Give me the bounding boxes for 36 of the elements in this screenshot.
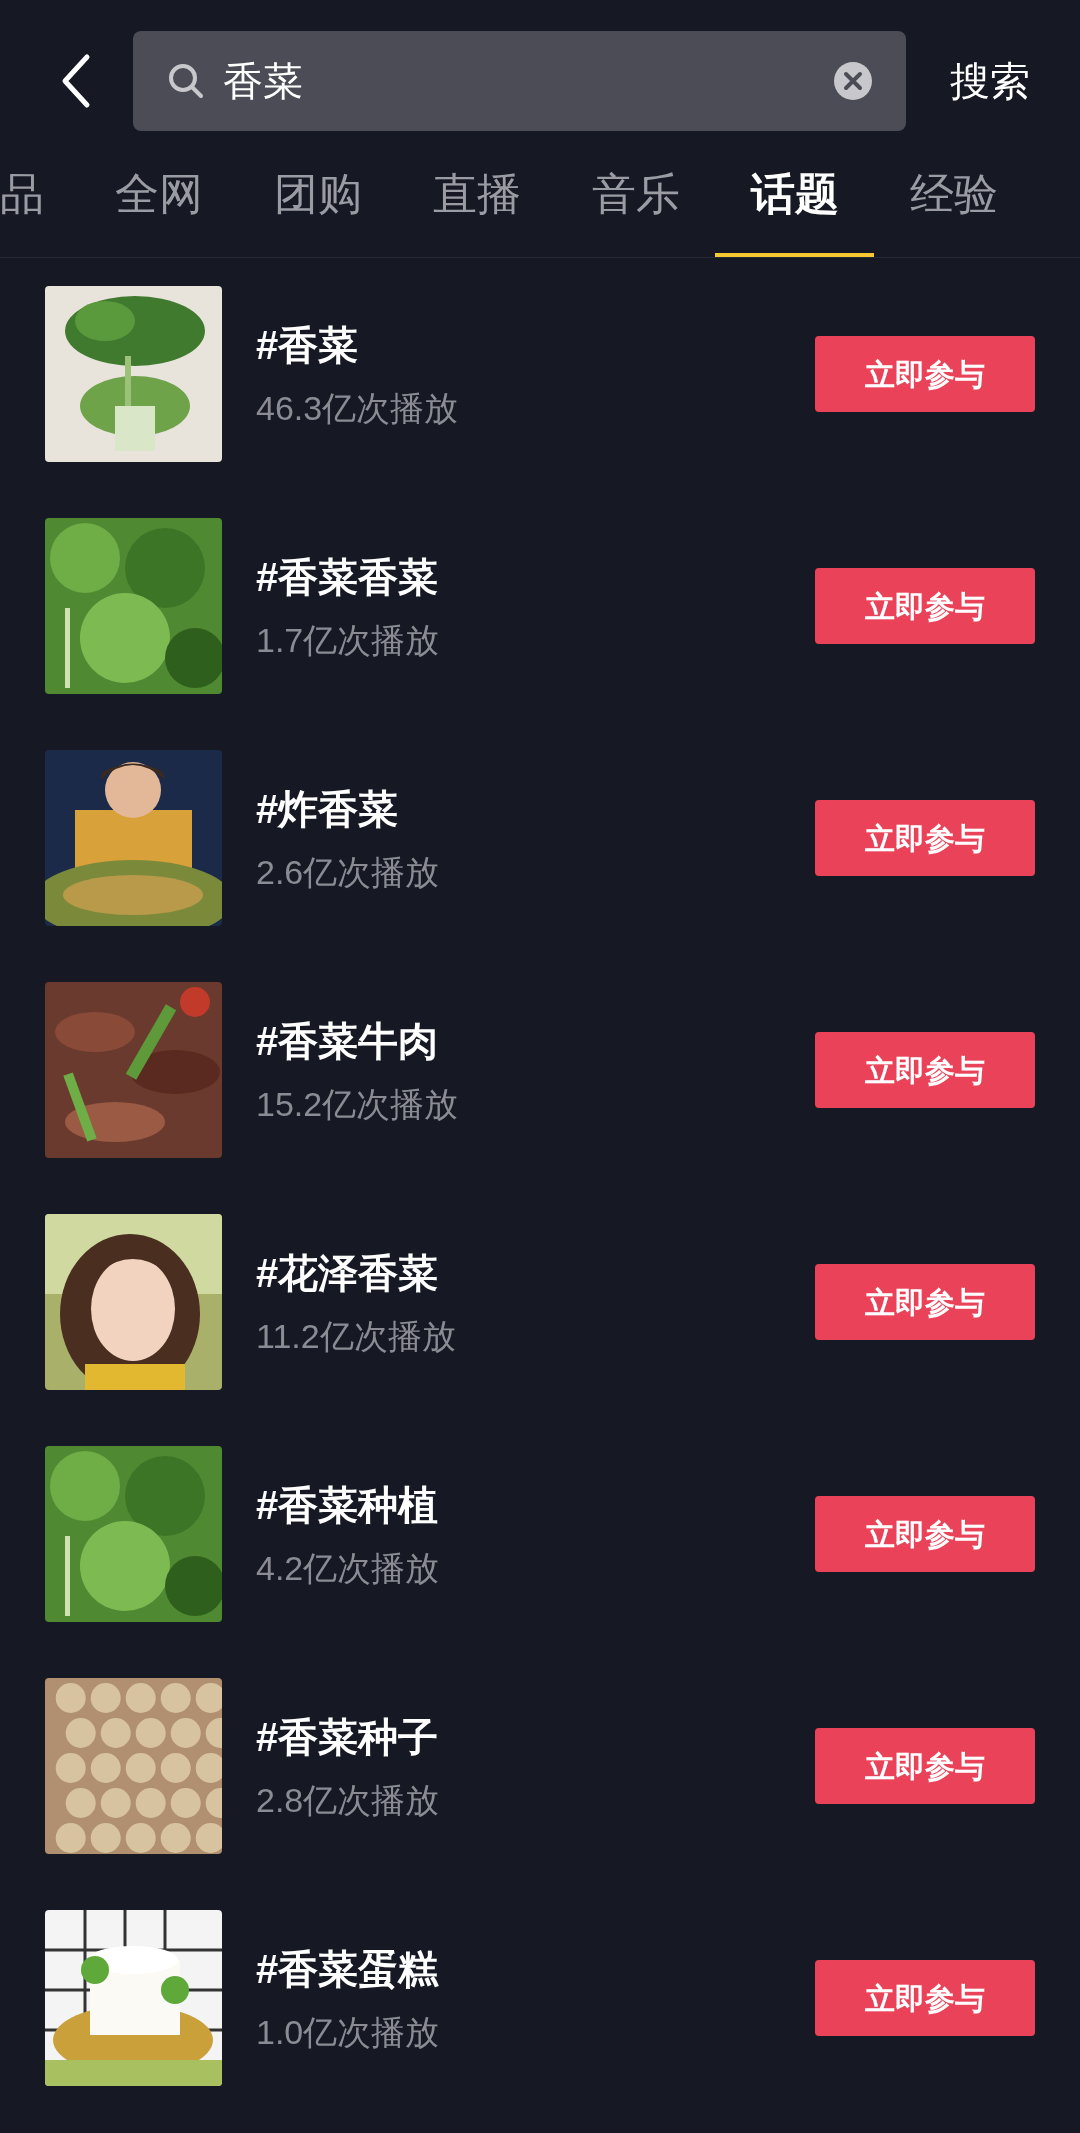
- view-count: 1.7亿次播放: [256, 619, 441, 661]
- view-count: 2.6亿次播放: [256, 851, 441, 893]
- view-count: 4.2亿次播放: [256, 1547, 441, 1589]
- tab[interactable]: 品: [0, 131, 79, 257]
- clear-icon[interactable]: [834, 62, 872, 100]
- tab[interactable]: 音乐: [556, 131, 715, 257]
- join-button[interactable]: 立即参与: [815, 800, 1035, 876]
- view-count: 15.2亿次播放: [256, 1083, 460, 1125]
- search-field[interactable]: 香菜: [133, 31, 906, 131]
- topic-title[interactable]: #香菜种植: [256, 1474, 815, 1535]
- tab[interactable]: 全网: [79, 131, 238, 257]
- view-count: 2.8亿次播放: [256, 1779, 441, 1821]
- join-button[interactable]: 立即参与: [815, 1496, 1035, 1572]
- tab[interactable]: 直播: [397, 131, 556, 257]
- join-button[interactable]: 立即参与: [815, 1032, 1035, 1108]
- search-button[interactable]: 搜索: [950, 51, 1030, 111]
- tab[interactable]: 团购: [238, 131, 397, 257]
- view-count: 1.0亿次播放: [256, 2011, 441, 2053]
- join-button[interactable]: 立即参与: [815, 336, 1035, 412]
- topic-title[interactable]: #香菜种子: [256, 1706, 815, 1767]
- tab[interactable]: 话题: [715, 131, 874, 257]
- join-button[interactable]: 立即参与: [815, 568, 1035, 644]
- join-button[interactable]: 立即参与: [815, 1728, 1035, 1804]
- join-button[interactable]: 立即参与: [815, 1960, 1035, 2036]
- topic-title[interactable]: #香菜香菜: [256, 546, 815, 607]
- topic-title[interactable]: #花泽香菜: [256, 1242, 815, 1303]
- view-count: 11.2亿次播放: [256, 1315, 457, 1357]
- topic-title[interactable]: #香菜蛋糕: [256, 1938, 815, 1999]
- search-text: 香菜: [223, 58, 304, 105]
- view-count: 46.3亿次播放: [256, 387, 460, 429]
- topic-title[interactable]: #香菜牛肉: [256, 1010, 815, 1071]
- topic-title[interactable]: #香菜: [256, 314, 815, 375]
- join-button[interactable]: 立即参与: [815, 1264, 1035, 1340]
- topic-title[interactable]: #炸香菜: [256, 778, 815, 839]
- search-icon: [167, 62, 205, 100]
- tab[interactable]: 经验: [874, 131, 1033, 257]
